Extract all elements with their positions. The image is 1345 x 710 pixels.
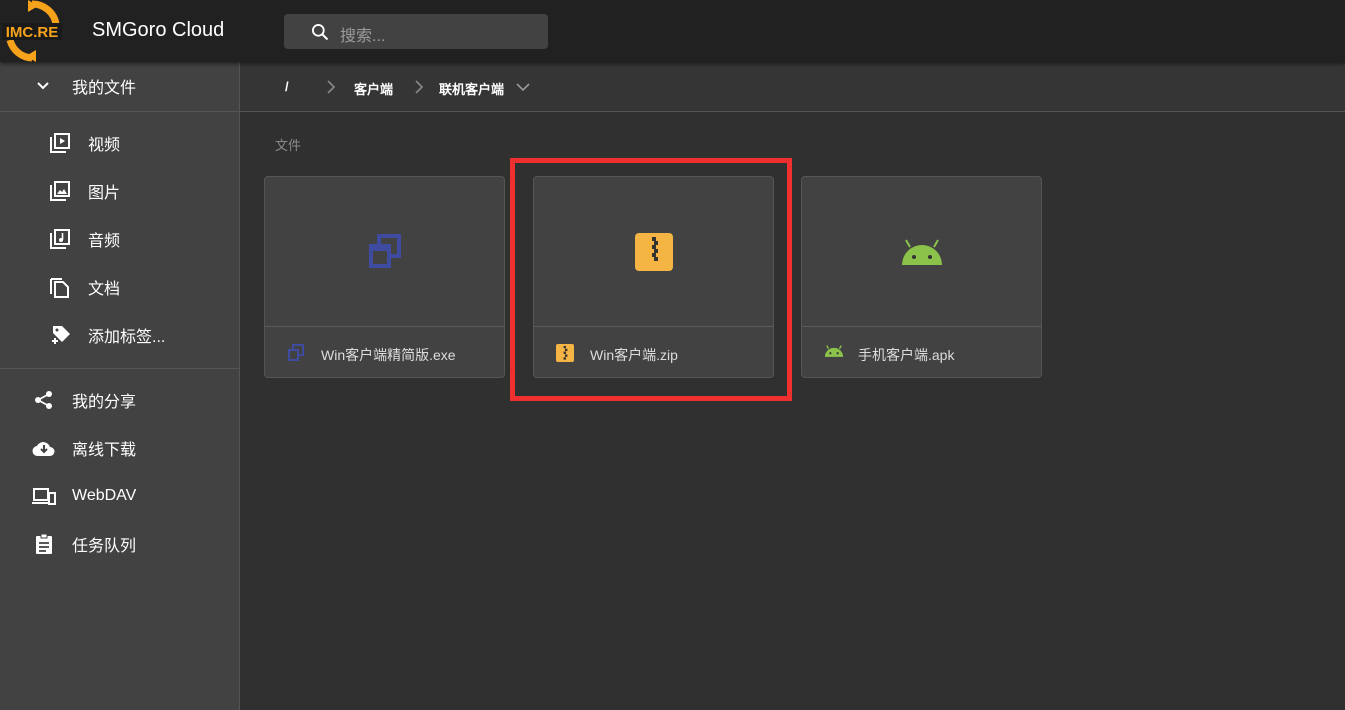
file-card[interactable]: 手机客户端.apk	[801, 176, 1042, 378]
sidebar-item-video[interactable]: 视频	[0, 121, 239, 165]
top-app-bar: IMC.RE SMGoro Cloud 搜索...	[0, 0, 1345, 62]
breadcrumb-root[interactable]: /	[285, 79, 289, 94]
sidebar-item-label: 任务队列	[72, 538, 137, 555]
sidebar-item-label: 文档	[88, 281, 121, 298]
sidebar-item-label: 音频	[88, 233, 121, 250]
sidebar-item-label: WebDAV	[72, 487, 137, 504]
exe-window-icon	[288, 344, 304, 361]
file-thumbnail	[534, 177, 773, 327]
file-card[interactable]: Win客户端精简版.exe	[264, 176, 505, 378]
file-thumbnail	[265, 177, 504, 327]
breadcrumb-current[interactable]: 联机客户端	[439, 79, 504, 98]
exe-window-icon	[368, 233, 401, 268]
file-thumbnail	[802, 177, 1041, 327]
divider	[0, 111, 239, 112]
zip-archive-icon	[556, 344, 574, 362]
share-icon	[35, 391, 52, 409]
android-icon	[824, 345, 844, 357]
file-name: Win客户端.zip	[590, 347, 678, 363]
divider	[0, 368, 239, 369]
music-library-icon	[50, 229, 70, 249]
sidebar-item-webdav[interactable]: WebDAV	[0, 474, 239, 518]
sidebar-item-my-files[interactable]: 我的文件	[0, 64, 239, 108]
breadcrumb: / 客户端 联机客户端	[240, 62, 1345, 112]
chevron-down-icon	[37, 82, 49, 90]
sidebar-item-add-tag[interactable]: 添加标签...	[0, 313, 239, 357]
sidebar-item-images[interactable]: 图片	[0, 169, 239, 213]
sidebar-item-task-queue[interactable]: 任务队列	[0, 522, 239, 566]
zip-archive-icon	[634, 232, 673, 271]
sidebar-item-audio[interactable]: 音频	[0, 217, 239, 261]
devices-icon	[32, 488, 56, 505]
breadcrumb-item[interactable]: 客户端	[354, 79, 393, 98]
search-icon	[312, 24, 329, 41]
sidebar-item-label: 视频	[88, 137, 121, 154]
sidebar-item-offline-download[interactable]: 离线下载	[0, 426, 239, 470]
file-name: Win客户端精简版.exe	[321, 347, 456, 363]
section-label: 文件	[275, 138, 302, 153]
photo-library-icon	[50, 181, 70, 201]
chevron-down-icon[interactable]	[516, 82, 530, 92]
sidebar-item-label: 图片	[88, 185, 121, 202]
sidebar-item-my-shares[interactable]: 我的分享	[0, 378, 239, 422]
app-title: SMGoro Cloud	[92, 19, 225, 41]
svg-text:IMC.RE: IMC.RE	[6, 24, 59, 41]
file-name: 手机客户端.apk	[858, 347, 955, 363]
sidebar-item-label: 离线下载	[72, 442, 137, 459]
sidebar-item-label: 添加标签...	[88, 329, 166, 346]
search-input[interactable]: 搜索...	[284, 14, 548, 49]
logo: IMC.RE	[2, 0, 62, 62]
android-icon	[901, 239, 942, 265]
document-copy-icon	[50, 278, 69, 298]
file-card[interactable]: Win客户端.zip	[533, 176, 774, 378]
clipboard-icon	[36, 533, 52, 554]
sidebar-item-documents[interactable]: 文档	[0, 265, 239, 309]
sidebar-item-label: 我的分享	[72, 394, 137, 411]
chevron-right-icon	[415, 80, 424, 94]
chevron-right-icon	[327, 80, 336, 94]
sidebar-item-label: 我的文件	[72, 80, 137, 97]
add-tag-icon	[52, 326, 70, 344]
video-library-icon	[50, 133, 70, 153]
cloud-download-icon	[32, 442, 55, 457]
sidebar: 我的文件 视频 图片 音频 文档 添加标签... 我的分享 离线下载 WebDA…	[0, 62, 240, 710]
search-placeholder: 搜索...	[340, 28, 386, 45]
